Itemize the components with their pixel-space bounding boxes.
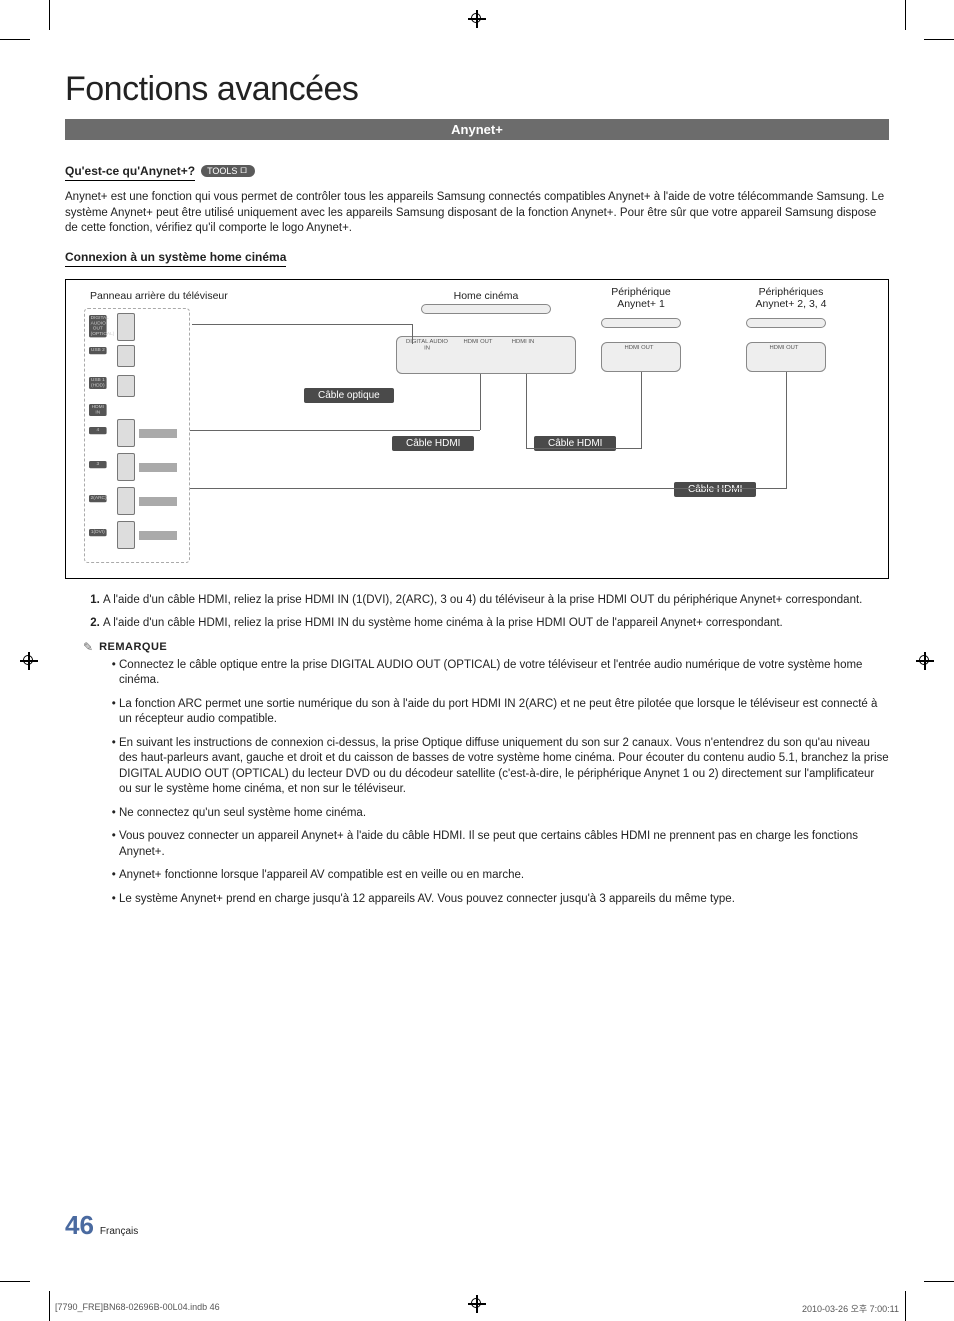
step-1: A l'aide d'un câble HDMI, reliez la pris…	[103, 593, 889, 609]
anynet-device-1	[601, 318, 681, 328]
port-usb1: USB 1 (HDD)	[89, 377, 107, 389]
home-cinema-label: Home cinéma	[446, 290, 526, 302]
steps-list: A l'aide d'un câble HDMI, reliez la pris…	[65, 593, 889, 632]
tools-icon: 🞐	[240, 166, 246, 176]
step-2: A l'aide d'un câble HDMI, reliez la pris…	[103, 616, 889, 632]
hdmi-wire	[526, 448, 641, 449]
tv-hdmi4-port	[117, 419, 135, 447]
remark-item: Ne connectez qu'un seul système home cin…	[119, 806, 889, 822]
port-2: 2(ARC)	[89, 495, 107, 502]
connection-diagram: Panneau arrière du téléviseur Home ciném…	[65, 279, 889, 579]
cable-hdmi-label-3: Câble HDMI	[674, 482, 756, 497]
remark-item: La fonction ARC permet une sortie numéri…	[119, 697, 889, 728]
remark-label: REMARQUE	[99, 641, 167, 653]
crop-mark	[49, 1291, 50, 1321]
tv-usb1-port	[117, 375, 135, 397]
port-3: 3	[89, 461, 107, 468]
hdmi-plug-icon	[139, 463, 177, 472]
tv-usb2-port	[117, 345, 135, 367]
intro-paragraph: Anynet+ est une fonction qui vous permet…	[65, 190, 889, 237]
tv-hdmi1-port	[117, 521, 135, 549]
hdmi-wire	[190, 430, 480, 431]
remark-item: Anynet+ fonctionne lorsque l'appareil AV…	[119, 868, 889, 884]
remark-item: Connectez le câble optique entre la pris…	[119, 658, 889, 689]
dev234-hdmi-out-label: HDMI OUT	[762, 344, 807, 350]
crop-mark	[905, 1291, 906, 1321]
hdmi-wire	[526, 374, 527, 449]
cable-optical-label: Câble optique	[304, 388, 394, 403]
hdmi-plug-icon	[139, 531, 177, 540]
section-bar: Anynet+	[65, 119, 889, 140]
port-hdmi-in: HDMI IN	[89, 404, 107, 416]
crop-mark	[0, 1281, 30, 1282]
dev1-hdmi-out-label: HDMI OUT	[617, 344, 662, 350]
print-footer-right: 2010-03-26 오후 7:00:11	[802, 1302, 899, 1315]
tv-optical-port	[117, 313, 135, 341]
home-hdmi-in-label: HDMI IN	[506, 338, 540, 344]
hdmi-wire	[641, 372, 642, 449]
page-number: 46	[65, 1210, 94, 1241]
note-icon: ✎	[83, 640, 93, 654]
tv-hdmi3-port	[117, 453, 135, 481]
page-language: Français	[100, 1226, 138, 1237]
page-title: Fonctions avancées	[65, 70, 889, 109]
question-heading: Qu'est-ce qu'Anynet+?	[65, 164, 195, 181]
remark-item: Le système Anynet+ prend en charge jusqu…	[119, 892, 889, 908]
port-digital-audio: DIGITAL AUDIO OUT (OPTICAL)	[89, 315, 107, 338]
hdmi-wire	[480, 374, 481, 430]
hdmi-wire	[190, 488, 786, 489]
connection-heading: Connexion à un système home cinéma	[65, 250, 286, 267]
anynet-device-234	[746, 318, 826, 328]
port-1: 1(DVI)	[89, 529, 107, 536]
home-cinema-device	[421, 304, 551, 314]
tv-back-panel: DIGITAL AUDIO OUT (OPTICAL) USB 2 USB 1 …	[84, 308, 190, 563]
optical-wire	[412, 324, 413, 344]
port-usb2: USB 2	[89, 347, 107, 354]
cable-hdmi-label-1: Câble HDMI	[392, 436, 474, 451]
tools-label: TOOLS	[207, 166, 237, 176]
remark-item: En suivant les instructions de connexion…	[119, 736, 889, 798]
optical-wire	[192, 324, 412, 325]
remarks-list: Connectez le câble optique entre la pris…	[105, 658, 889, 908]
devices234-label: Périphériques Anynet+ 2, 3, 4	[741, 286, 841, 310]
port-4: 4	[89, 427, 107, 434]
crop-mark	[924, 1281, 954, 1282]
hdmi-plug-icon	[139, 497, 177, 506]
home-hdmi-out-label: HDMI OUT	[460, 338, 496, 344]
print-footer-left: [7790_FRE]BN68-02696B-00L04.indb 46	[55, 1302, 220, 1315]
hdmi-wire	[786, 372, 787, 489]
tv-hdmi2-port	[117, 487, 135, 515]
remark-item: Vous pouvez connecter un appareil Anynet…	[119, 829, 889, 860]
tools-pill: TOOLS 🞐	[201, 165, 255, 177]
device1-label: Périphérique Anynet+ 1	[596, 286, 686, 310]
hdmi-plug-icon	[139, 429, 177, 438]
tv-panel-label: Panneau arrière du téléviseur	[90, 290, 228, 302]
